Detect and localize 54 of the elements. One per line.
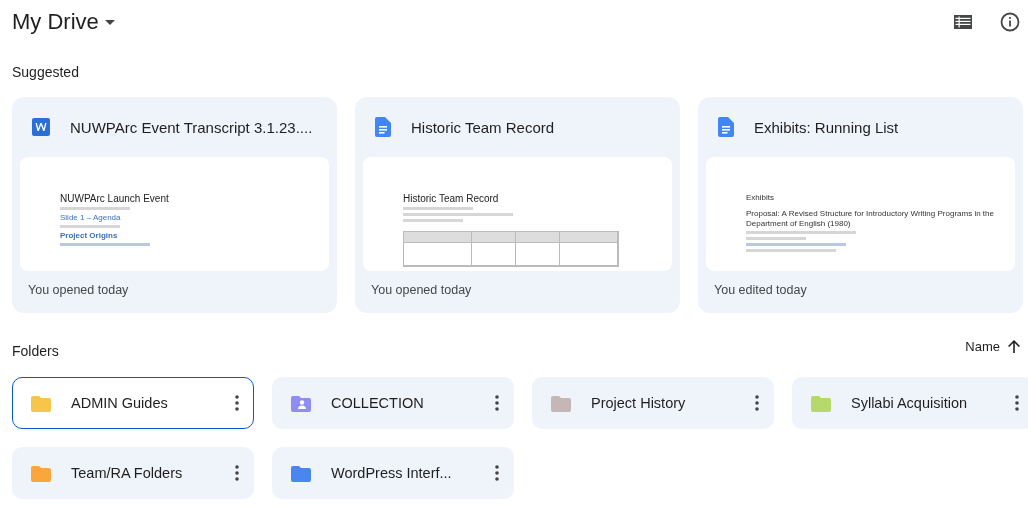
document-icon	[375, 117, 391, 137]
file-name: Exhibits: Running List	[754, 118, 899, 136]
suggested-file-card[interactable]: Historic Team Record Historic Team Record You opened today	[355, 97, 680, 313]
folder-item[interactable]: ADMIN Guides	[12, 377, 254, 429]
suggested-file-card[interactable]: NUWPArc Event Transcript 3.1.23.... NUWPArc Launch Event Slide 1 – Agenda Project Origins You opened today	[12, 97, 337, 313]
sort-button[interactable]: Name	[965, 338, 1020, 354]
document-icon	[718, 117, 734, 137]
folder-icon	[811, 394, 831, 412]
folder-icon	[551, 394, 571, 412]
folder-item[interactable]: Team/RA Folders	[12, 447, 254, 499]
section-heading: Suggested	[12, 64, 80, 80]
info-icon[interactable]	[1000, 12, 1020, 32]
file-activity: You opened today	[371, 283, 473, 297]
section-heading: Folders	[12, 343, 59, 359]
preview-title: Historic Team Record	[403, 193, 500, 204]
folder-icon	[31, 394, 51, 412]
preview-link: Slide 1 – Agenda	[60, 213, 122, 222]
more-options-icon[interactable]	[235, 465, 239, 481]
folder-name: COLLECTION	[331, 395, 425, 411]
file-name: NUWPArc Event Transcript 3.1.23....	[70, 118, 313, 136]
blurred-text-line	[60, 207, 130, 210]
folder-name: WordPress Interf...	[331, 465, 453, 481]
preview-heading: Exhibits	[746, 193, 775, 202]
shared-folder-icon	[291, 394, 311, 412]
folder-icon	[291, 464, 311, 482]
folder-name: Team/RA Folders	[71, 465, 184, 481]
more-options-icon[interactable]	[495, 395, 499, 411]
file-activity: You edited today	[714, 283, 808, 297]
more-options-icon[interactable]	[235, 395, 239, 411]
file-name: Historic Team Record	[411, 118, 555, 136]
preview-title: NUWPArc Launch Event	[60, 193, 170, 204]
more-options-icon[interactable]	[1015, 395, 1019, 411]
suggested-file-card[interactable]: Exhibits: Running List Exhibits Proposal: A Revised Structure for Introductory Writing Programs in the Department of English (1980) You edited today	[698, 97, 1023, 313]
caret-icon	[104, 19, 115, 25]
folder-item[interactable]: COLLECTION	[272, 377, 514, 429]
folder-item[interactable]: Project History	[532, 377, 774, 429]
blurred-text-line	[403, 207, 473, 210]
folder-icon	[31, 464, 51, 482]
folder-item[interactable]: WordPress Interf...	[272, 447, 514, 499]
preview-text: Proposal: A Revised Structure for Introductory Writing Programs in the Department of English (1980)	[746, 209, 995, 229]
preview-heading: Project Origins	[60, 231, 119, 240]
folder-item[interactable]: Syllabi Acquisition	[792, 377, 1028, 429]
more-options-icon[interactable]	[755, 395, 759, 411]
folder-name: Syllabi Acquisition	[851, 395, 969, 411]
more-options-icon[interactable]	[495, 465, 499, 481]
blurred-text-line	[403, 219, 463, 222]
file-activity: You opened today	[28, 283, 130, 297]
blurred-text-line	[60, 225, 120, 228]
word-document-icon	[32, 118, 50, 136]
drive-title-menu[interactable]: My Drive	[12, 9, 115, 35]
folder-name: Project History	[591, 395, 687, 411]
list-view-icon[interactable]	[954, 15, 972, 29]
folder-name: ADMIN Guides	[71, 395, 169, 411]
blurred-text-line	[746, 237, 806, 241]
